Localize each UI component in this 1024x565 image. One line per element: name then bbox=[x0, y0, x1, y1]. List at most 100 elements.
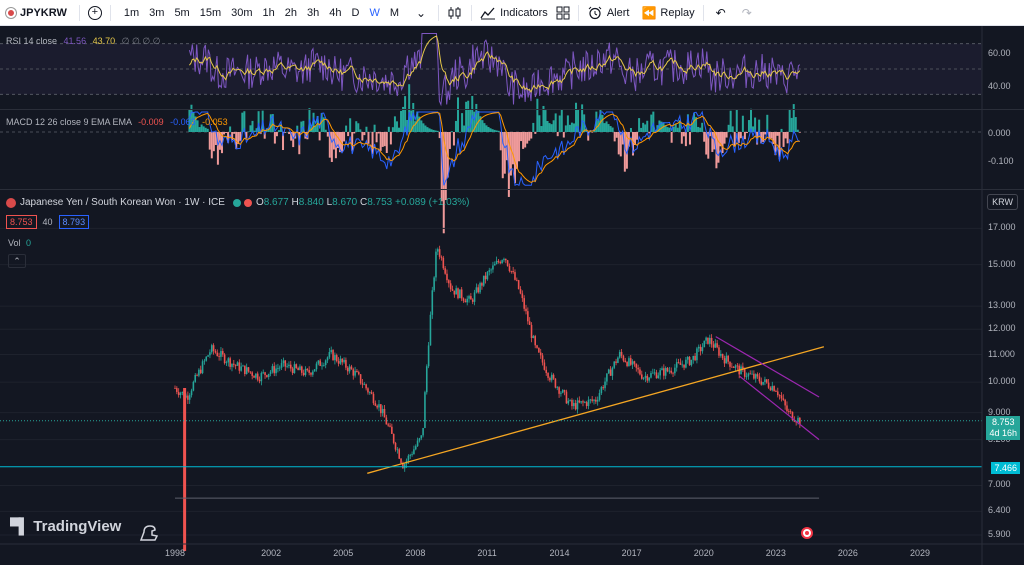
candle-body bbox=[365, 384, 367, 389]
candle-body bbox=[181, 391, 184, 393]
divider bbox=[438, 4, 440, 21]
timeframe-w[interactable]: W bbox=[364, 7, 384, 19]
tradingview-mark-icon: ▀▌ bbox=[10, 518, 29, 535]
candle-body bbox=[606, 373, 608, 382]
ask-button[interactable]: 8.793 bbox=[58, 215, 90, 229]
divider bbox=[702, 4, 704, 21]
candle-body bbox=[571, 400, 573, 407]
macd-histogram-bar bbox=[705, 132, 708, 155]
alarm-clock-icon bbox=[588, 6, 602, 19]
candle-body bbox=[302, 372, 305, 376]
candle-body bbox=[589, 399, 592, 401]
candle-body bbox=[231, 363, 233, 367]
templates-button[interactable] bbox=[552, 0, 574, 26]
bid-button[interactable]: 8.753 bbox=[6, 215, 37, 229]
macd-histogram-bar bbox=[223, 132, 226, 135]
macd-histogram-bar bbox=[699, 127, 702, 132]
dino-icon[interactable] bbox=[138, 522, 160, 542]
macd-histogram-bar bbox=[762, 132, 765, 142]
candle-body bbox=[736, 365, 739, 367]
pane-separator[interactable] bbox=[0, 189, 1024, 190]
candle-body bbox=[561, 390, 564, 393]
candle-body bbox=[576, 400, 579, 410]
pane-separator[interactable] bbox=[0, 109, 1024, 110]
timeframe-15m[interactable]: 15m bbox=[195, 7, 226, 19]
macd-axis-label: -0.100 bbox=[988, 156, 1014, 166]
candle-body bbox=[310, 372, 312, 375]
candle-body bbox=[516, 279, 518, 281]
macd-histogram-bar bbox=[776, 132, 779, 136]
candle-body bbox=[497, 260, 500, 262]
candle-body bbox=[611, 367, 614, 376]
candle-body bbox=[602, 387, 604, 389]
macd-histogram-bar bbox=[548, 123, 551, 132]
candle-body bbox=[409, 454, 412, 456]
candle-body bbox=[407, 455, 410, 461]
timeframe-dropdown[interactable]: ⌄ bbox=[408, 0, 434, 26]
candle-body bbox=[771, 386, 774, 391]
candle-body bbox=[646, 375, 649, 381]
open-value: 8.677 bbox=[263, 197, 289, 208]
candle-body bbox=[392, 433, 395, 443]
macd-histogram-bar bbox=[770, 132, 773, 139]
timeframe-1m[interactable]: 1m bbox=[119, 7, 144, 19]
indicators-button[interactable]: Indicators bbox=[476, 0, 552, 26]
macd-histogram-bar bbox=[422, 123, 425, 132]
macd-histogram-bar bbox=[426, 127, 429, 132]
symbol-flag-icon bbox=[6, 7, 16, 18]
timeframe-1h[interactable]: 1h bbox=[258, 7, 280, 19]
top-toolbar: JPYKRW + 1m 3m 5m 15m 30m 1h 2h 3h 4h D W M ⌄ Indic… bbox=[0, 0, 1024, 26]
macd-label: MACD 12 26 close 9 EMA EMA bbox=[6, 117, 132, 127]
candle-body bbox=[464, 300, 467, 303]
compare-button[interactable]: + bbox=[84, 0, 106, 26]
macd-histogram-bar bbox=[424, 125, 427, 132]
candle-body bbox=[764, 379, 766, 382]
timeframe-5m[interactable]: 5m bbox=[169, 7, 194, 19]
candle-body bbox=[448, 280, 450, 284]
candle-body bbox=[174, 387, 176, 389]
candle-body bbox=[438, 249, 441, 257]
timeframe-4h[interactable]: 4h bbox=[324, 7, 346, 19]
macd-histogram-bar bbox=[434, 130, 437, 132]
macd-histogram-bar bbox=[652, 111, 655, 132]
undo-button[interactable]: ↶ bbox=[708, 0, 734, 26]
timeframe-3m[interactable]: 3m bbox=[144, 7, 169, 19]
macd-histogram-bar bbox=[609, 126, 612, 132]
candle-body bbox=[574, 403, 577, 410]
candle-body bbox=[471, 299, 474, 302]
macd-histogram-bar bbox=[636, 132, 639, 140]
candle-body bbox=[635, 363, 638, 368]
timeframe-30m[interactable]: 30m bbox=[226, 7, 257, 19]
collapse-legend-button[interactable]: ⌃ bbox=[8, 254, 26, 268]
undo-icon: ↶ bbox=[715, 5, 726, 20]
redo-button[interactable]: ↷ bbox=[734, 0, 760, 26]
timeframe-m[interactable]: M bbox=[385, 7, 404, 19]
candle-body bbox=[251, 372, 253, 376]
candle-body bbox=[387, 424, 389, 426]
bid-ask-row: 8.753 40 8.793 bbox=[6, 215, 95, 229]
symbol-search[interactable]: JPYKRW bbox=[0, 0, 75, 26]
timeframe-d[interactable]: D bbox=[347, 7, 365, 19]
alert-button[interactable]: Alert bbox=[583, 0, 634, 26]
macd-histogram-bar bbox=[739, 132, 742, 139]
series-title: Japanese Yen / South Korean Won · 1W · I… bbox=[20, 197, 225, 208]
candle-body bbox=[721, 353, 724, 359]
candle-body bbox=[203, 360, 206, 362]
candle-body bbox=[784, 399, 786, 406]
candle-body bbox=[530, 324, 533, 339]
timeframe-2h[interactable]: 2h bbox=[280, 7, 302, 19]
candle-body bbox=[742, 366, 744, 369]
candle-body bbox=[278, 367, 281, 369]
currency-button[interactable]: KRW bbox=[987, 194, 1018, 210]
macd-histogram-bar bbox=[556, 132, 559, 137]
chart-canvas[interactable] bbox=[0, 26, 1024, 565]
timeframe-3h[interactable]: 3h bbox=[302, 7, 324, 19]
time-axis-label: 2029 bbox=[910, 548, 931, 558]
record-icon[interactable] bbox=[801, 527, 813, 539]
replay-button[interactable]: ⏪ Replay bbox=[633, 0, 698, 26]
tradingview-logo-text: TradingView bbox=[33, 518, 122, 535]
rsi-legend: RSI 14 close 41.56 43.70 ∅ ∅ ∅ ∅ bbox=[6, 36, 161, 47]
chart-type-button[interactable] bbox=[443, 0, 467, 26]
candle-body bbox=[696, 348, 698, 361]
candle-body bbox=[260, 372, 263, 382]
